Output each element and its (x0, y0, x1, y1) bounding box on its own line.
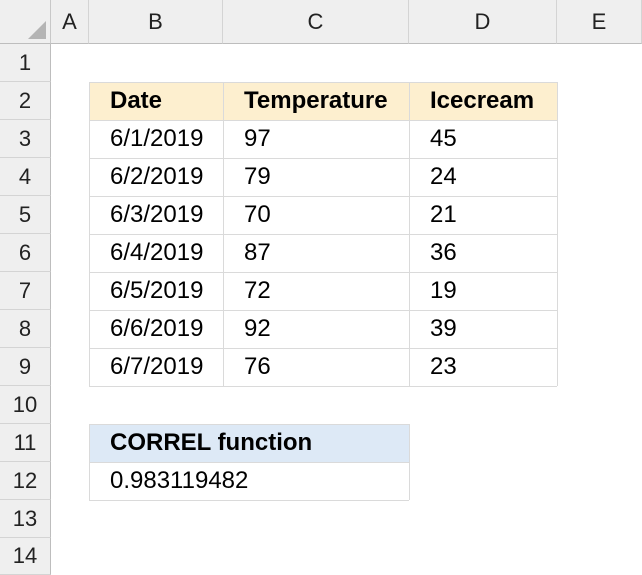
table-header-cell[interactable]: Temperature (223, 82, 409, 120)
table-border (89, 386, 557, 387)
table-cell[interactable]: 23 (409, 348, 557, 386)
table-border (89, 272, 557, 273)
table-cell[interactable]: 45 (409, 120, 557, 158)
column-header-b[interactable]: B (89, 0, 223, 44)
function-border (89, 500, 409, 501)
select-all-corner[interactable] (0, 0, 51, 44)
row-header-6[interactable]: 6 (0, 234, 51, 272)
row-header-9[interactable]: 9 (0, 348, 51, 386)
table-border (89, 196, 557, 197)
column-header-a[interactable]: A (51, 0, 89, 44)
correl-result-cell[interactable]: 0.983119482 (89, 462, 409, 500)
row-header-11[interactable]: 11 (0, 424, 51, 462)
spreadsheet[interactable]: A B C D E 1 2 3 4 5 6 7 8 9 10 11 12 13 14 Date Temperature I… (0, 0, 642, 575)
correl-function-header[interactable]: CORREL function (89, 424, 409, 462)
table-header-cell[interactable]: Date (89, 82, 223, 120)
table-border (89, 82, 90, 386)
row-header-14[interactable]: 14 (0, 538, 51, 575)
table-border (557, 82, 558, 386)
table-header-cell[interactable]: Icecream (409, 82, 557, 120)
table-border (89, 120, 557, 121)
row-header-4[interactable]: 4 (0, 158, 51, 196)
table-cell[interactable]: 97 (223, 120, 409, 158)
row-header-7[interactable]: 7 (0, 272, 51, 310)
function-border (409, 424, 410, 500)
table-border (89, 234, 557, 235)
table-border (89, 310, 557, 311)
table-cell[interactable]: 76 (223, 348, 409, 386)
table-cell[interactable]: 36 (409, 234, 557, 272)
function-border (89, 424, 409, 425)
row-header-13[interactable]: 13 (0, 500, 51, 538)
table-border (89, 348, 557, 349)
table-cell[interactable]: 79 (223, 158, 409, 196)
row-header-2[interactable]: 2 (0, 82, 51, 120)
row-header-3[interactable]: 3 (0, 120, 51, 158)
table-cell[interactable]: 19 (409, 272, 557, 310)
table-cell[interactable]: 6/2/2019 (89, 158, 223, 196)
table-cell[interactable]: 92 (223, 310, 409, 348)
table-cell[interactable]: 39 (409, 310, 557, 348)
row-header-10[interactable]: 10 (0, 386, 51, 424)
row-header-8[interactable]: 8 (0, 310, 51, 348)
function-border (89, 424, 90, 500)
table-cell[interactable]: 70 (223, 196, 409, 234)
row-header-12[interactable]: 12 (0, 462, 51, 500)
table-cell[interactable]: 21 (409, 196, 557, 234)
table-cell[interactable]: 6/1/2019 (89, 120, 223, 158)
table-cell[interactable]: 72 (223, 272, 409, 310)
table-cell[interactable]: 6/6/2019 (89, 310, 223, 348)
table-border (89, 158, 557, 159)
column-header-e[interactable]: E (557, 0, 642, 44)
select-all-triangle-icon (28, 21, 46, 39)
row-header-1[interactable]: 1 (0, 44, 51, 82)
function-border (89, 462, 409, 463)
row-header-5[interactable]: 5 (0, 196, 51, 234)
table-border (223, 82, 224, 386)
table-cell[interactable]: 24 (409, 158, 557, 196)
column-header-d[interactable]: D (409, 0, 557, 44)
table-cell[interactable]: 6/5/2019 (89, 272, 223, 310)
table-border (409, 82, 410, 386)
table-cell[interactable]: 6/7/2019 (89, 348, 223, 386)
table-cell[interactable]: 87 (223, 234, 409, 272)
column-header-c[interactable]: C (223, 0, 409, 44)
table-cell[interactable]: 6/4/2019 (89, 234, 223, 272)
table-border (89, 82, 557, 83)
table-cell[interactable]: 6/3/2019 (89, 196, 223, 234)
